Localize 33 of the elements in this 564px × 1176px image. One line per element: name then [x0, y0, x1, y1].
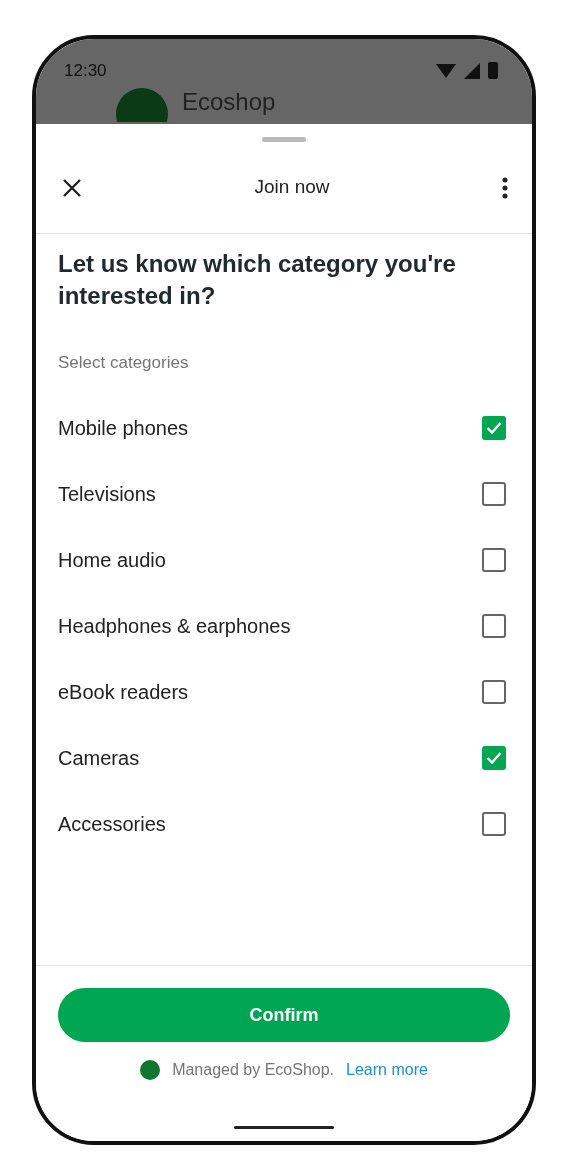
checkbox[interactable] [482, 746, 506, 771]
confirm-button[interactable]: Confirm [58, 988, 510, 1042]
checkbox[interactable] [482, 416, 506, 441]
learn-more-link[interactable]: Learn more [346, 1058, 428, 1082]
shop-logo-icon [140, 1060, 161, 1080]
battery-icon [488, 62, 498, 80]
checkmark-icon [486, 751, 502, 766]
managed-by-text: Managed by EcoShop. [172, 1060, 335, 1080]
checkbox[interactable] [482, 548, 506, 573]
category-label: Accessories [58, 812, 166, 838]
status-time: 12:30 [64, 60, 107, 82]
category-label: Televisions [58, 482, 156, 508]
more-icon [502, 176, 508, 199]
checkbox[interactable] [482, 614, 506, 639]
wifi-icon [436, 62, 456, 79]
question-heading: Let us know which category you're interested in? [58, 249, 457, 311]
checkbox[interactable] [482, 482, 506, 507]
category-label: eBook readers [58, 680, 189, 706]
category-label: Headphones & earphones [58, 614, 291, 640]
category-label: Cameras [58, 746, 140, 772]
signal-icon [464, 62, 480, 79]
more-button[interactable] [502, 176, 508, 199]
category-label: Mobile phones [58, 416, 189, 442]
section-label: Select categories [58, 351, 190, 374]
category-label: Home audio [58, 548, 166, 574]
sheet-title: Join now [254, 175, 330, 200]
shop-name: Ecoshop [182, 89, 276, 114]
checkmark-icon [486, 421, 502, 436]
close-button[interactable] [62, 177, 82, 198]
drag-handle[interactable] [262, 137, 306, 142]
checkbox[interactable] [482, 680, 506, 705]
checkbox[interactable] [482, 812, 506, 837]
close-icon [62, 177, 82, 198]
